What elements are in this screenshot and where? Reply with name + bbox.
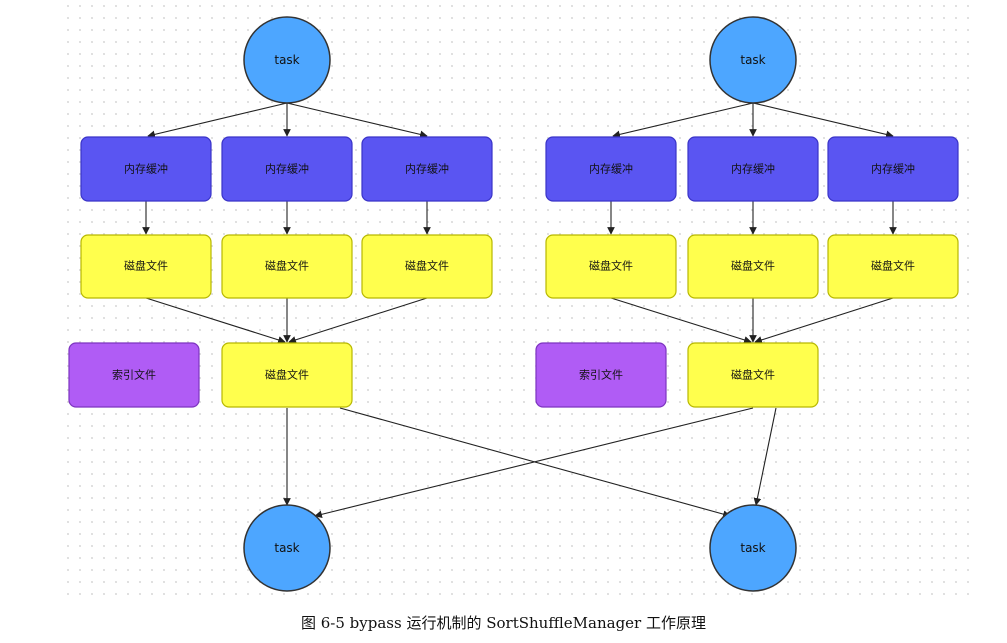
diagram: task task 内存缓冲 内存缓冲 内存缓冲 内存缓冲 内存缓冲 内存缓冲 … (68, 16, 959, 592)
disk-file-label: 磁盘文件 (405, 259, 449, 273)
task-node-top-right: task (709, 16, 797, 104)
disk-file-right-1: 磁盘文件 (545, 234, 677, 299)
task-node-bottom-right: task (709, 504, 797, 592)
edge-left-disk-1-to-merged (145, 297, 286, 344)
merged-disk-file-left: 磁盘文件 (221, 342, 353, 408)
memory-buffer-right-1: 内存缓冲 (545, 136, 677, 202)
edge-left-disk-3-to-merged (288, 297, 428, 344)
disk-file-label: 磁盘文件 (265, 259, 309, 273)
task-node-top-left: task (243, 16, 331, 104)
edge-right-task-to-buffer-1 (612, 102, 754, 139)
edge-right-task-to-buffer-3 (752, 102, 894, 139)
edge-right-merged-to-left-task (314, 407, 754, 519)
memory-buffer-left-2: 内存缓冲 (221, 136, 353, 202)
task-label: task (740, 53, 765, 67)
disk-file-label: 磁盘文件 (731, 259, 775, 273)
memory-buffer-label: 内存缓冲 (124, 162, 168, 176)
disk-file-label: 磁盘文件 (871, 259, 915, 273)
edge-right-disk-3-to-merged (754, 297, 894, 344)
disk-file-label: 磁盘文件 (731, 368, 775, 382)
disk-file-label: 磁盘文件 (265, 368, 309, 382)
edge-right-merged-to-right-task (753, 407, 777, 506)
index-file-label: 索引文件 (112, 368, 156, 382)
disk-file-label: 磁盘文件 (589, 259, 633, 273)
memory-buffer-left-1: 内存缓冲 (80, 136, 212, 202)
memory-buffer-label: 内存缓冲 (405, 162, 449, 176)
disk-file-right-3: 磁盘文件 (827, 234, 959, 299)
memory-buffer-label: 内存缓冲 (731, 162, 775, 176)
disk-file-left-3: 磁盘文件 (361, 234, 493, 299)
task-label: task (274, 53, 299, 67)
index-file-left: 索引文件 (68, 342, 200, 408)
memory-buffer-right-3: 内存缓冲 (827, 136, 959, 202)
edge-left-task-to-buffer-1 (147, 102, 288, 139)
memory-buffer-label: 内存缓冲 (589, 162, 633, 176)
memory-buffer-left-3: 内存缓冲 (361, 136, 493, 202)
task-node-bottom-left: task (243, 504, 331, 592)
index-file-right: 索引文件 (535, 342, 667, 408)
edge-right-disk-1-to-merged (610, 297, 752, 344)
disk-file-label: 磁盘文件 (124, 259, 168, 273)
disk-file-left-2: 磁盘文件 (221, 234, 353, 299)
task-label: task (740, 541, 765, 555)
merged-disk-file-right: 磁盘文件 (687, 342, 819, 408)
memory-buffer-label: 内存缓冲 (871, 162, 915, 176)
disk-file-left-1: 磁盘文件 (80, 234, 212, 299)
figure-caption: 图 6-5 bypass 运行机制的 SortShuffleManager 工作… (300, 614, 706, 632)
disk-file-right-2: 磁盘文件 (687, 234, 819, 299)
memory-buffer-label: 内存缓冲 (265, 162, 309, 176)
edge-left-task-to-buffer-3 (286, 102, 428, 139)
index-file-label: 索引文件 (579, 368, 623, 382)
task-label: task (274, 541, 299, 555)
memory-buffer-right-2: 内存缓冲 (687, 136, 819, 202)
